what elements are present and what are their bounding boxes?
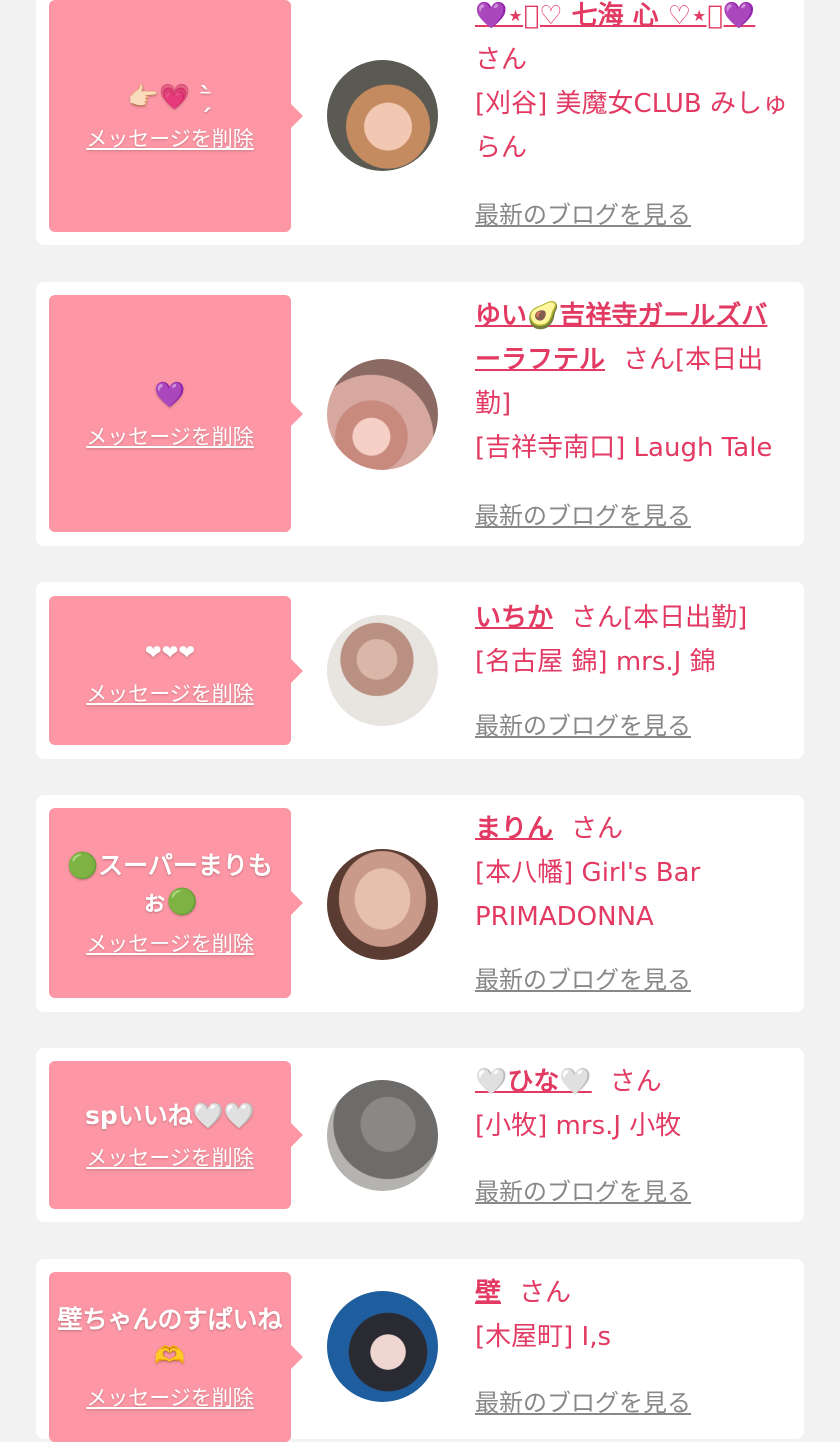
message-bubble: 🟢スーパーまりもぉ🟢 メッセージを削除 <box>49 808 303 998</box>
latest-blog-link[interactable]: 最新のブログを見る <box>475 195 691 230</box>
delete-message-link[interactable]: メッセージを削除 <box>86 123 254 153</box>
latest-blog-link[interactable]: 最新のブログを見る <box>475 960 691 995</box>
favorite-card: ❤❤❤ メッセージを削除 いちか さん[本日出勤] [名古屋 錦] mrs.J 錦… <box>36 582 804 759</box>
message-text: 💜 <box>154 379 186 409</box>
profile-info: 💜⋆͛♡ 七海 心 ♡⋆͛💜 さん [刈谷] 美魔女CLUB みしゅらん <box>475 0 793 170</box>
honorific: さん <box>609 1067 662 1097</box>
avatar[interactable] <box>327 1080 438 1191</box>
profile-info: ゆい🥑吉祥寺ガールズバーラフテル さん[本日出勤] [吉祥寺南口] Laugh T… <box>475 294 793 470</box>
cast-name-link[interactable]: 💜⋆͛♡ 七海 心 ♡⋆͛💜 <box>475 1 755 31</box>
message-bubble: spいいね🤍🤍 メッセージを削除 <box>49 1061 303 1209</box>
latest-blog-link[interactable]: 最新のブログを見る <box>475 496 691 531</box>
honorific: さん <box>571 603 624 633</box>
profile-info: 壁さん [木屋町] I,s <box>475 1271 793 1359</box>
message-bubble: 壁ちゃんのすぱいね🫶 メッセージを削除 <box>49 1272 303 1442</box>
favorite-card: 壁ちゃんのすぱいね🫶 メッセージを削除 壁さん [木屋町] I,s 最新のブログ… <box>36 1259 804 1442</box>
delete-message-link[interactable]: メッセージを削除 <box>86 1382 254 1412</box>
cast-name-link[interactable]: 壁 <box>475 1278 501 1308</box>
cast-name-link[interactable]: まりん <box>475 814 553 844</box>
message-text: 👉🏻💗 ⁻̗̀ <box>127 82 213 111</box>
message-text: 🟢スーパーまりもぉ🟢 <box>67 851 273 916</box>
latest-blog-link[interactable]: 最新のブログを見る <box>475 706 691 741</box>
shop-name: [木屋町] I,s <box>475 1322 612 1352</box>
message-text: 壁ちゃんのすぱいね🫶 <box>57 1305 283 1370</box>
latest-blog-link[interactable]: 最新のブログを見る <box>475 1383 691 1418</box>
message-bubble: ❤❤❤ メッセージを削除 <box>49 596 303 745</box>
shop-name: [小牧] mrs.J 小牧 <box>475 1111 682 1141</box>
avatar[interactable] <box>327 1291 438 1402</box>
message-bubble: 💜 メッセージを削除 <box>49 295 303 532</box>
status-badge: [本日出勤] <box>623 603 748 633</box>
favorite-card: 🟢スーパーまりもぉ🟢 メッセージを削除 まりん さん [本八幡] Girl's B… <box>36 795 804 1012</box>
message-text: spいいね🤍🤍 <box>84 1101 256 1130</box>
honorific: さん <box>623 345 676 375</box>
shop-name: [吉祥寺南口] Laugh Tale <box>475 433 773 463</box>
delete-message-link[interactable]: メッセージを削除 <box>86 1142 254 1172</box>
avatar[interactable] <box>327 849 438 960</box>
favorite-card: 👉🏻💗 ⁻̗̀ メッセージを削除 💜⋆͛♡ 七海 心 ♡⋆͛💜 さん [刈谷] … <box>36 0 804 245</box>
cast-name-link[interactable]: いちか <box>475 603 553 633</box>
profile-info: まりん さん [本八幡] Girl's Bar PRIMADONNA <box>475 807 793 939</box>
honorific: さん <box>519 1278 572 1308</box>
favorite-card: spいいね🤍🤍 メッセージを削除 🤍ひな🤍 さん [小牧] mrs.J 小牧 最新… <box>36 1048 804 1222</box>
shop-name: [刈谷] 美魔女CLUB みしゅらん <box>475 89 789 163</box>
delete-message-link[interactable]: メッセージを削除 <box>86 421 254 451</box>
latest-blog-link[interactable]: 最新のブログを見る <box>475 1172 691 1207</box>
delete-message-link[interactable]: メッセージを削除 <box>86 928 254 958</box>
shop-name: [本八幡] Girl's Bar PRIMADONNA <box>475 858 701 932</box>
delete-message-link[interactable]: メッセージを削除 <box>86 678 254 708</box>
shop-name: [名古屋 錦] mrs.J 錦 <box>475 647 716 677</box>
avatar[interactable] <box>327 60 438 171</box>
message-text: ❤❤❤ <box>144 639 196 664</box>
avatar[interactable] <box>327 615 438 726</box>
cast-name-link[interactable]: 🤍ひな🤍 <box>475 1067 592 1097</box>
honorific: さん <box>571 814 624 844</box>
honorific: さん <box>475 45 528 75</box>
avatar[interactable] <box>327 359 438 470</box>
profile-info: 🤍ひな🤍 さん [小牧] mrs.J 小牧 <box>475 1060 793 1148</box>
profile-info: いちか さん[本日出勤] [名古屋 錦] mrs.J 錦 <box>475 596 793 684</box>
message-bubble: 👉🏻💗 ⁻̗̀ メッセージを削除 <box>49 0 303 232</box>
favorite-card: 💜 メッセージを削除 ゆい🥑吉祥寺ガールズバーラフテル さん[本日出勤] [吉祥寺… <box>36 282 804 546</box>
